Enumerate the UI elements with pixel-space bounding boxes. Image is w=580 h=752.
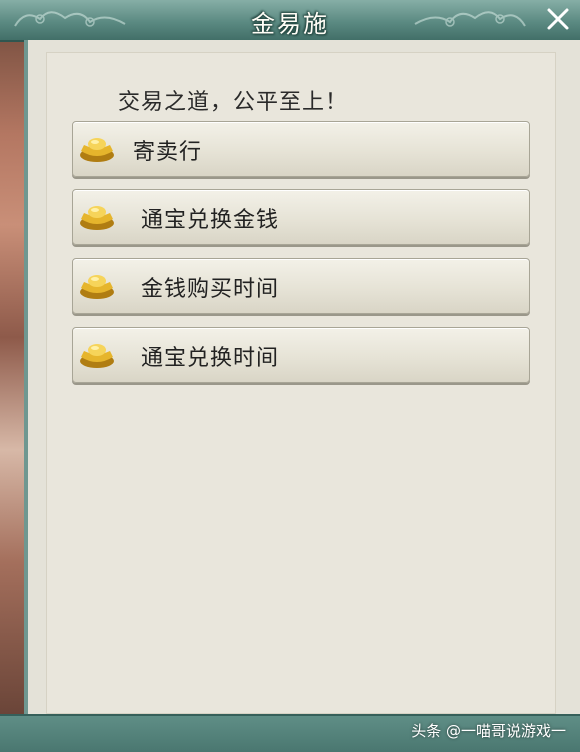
coupon-to-time-button[interactable]: 通宝兑换时间 [72, 327, 530, 383]
gold-ingot-icon [80, 138, 114, 162]
menu-item-label: 通宝兑换金钱 [141, 208, 280, 233]
gold-ingot-icon [80, 275, 114, 299]
menu-item-label: 通宝兑换时间 [141, 346, 280, 371]
watermark: 头条 @一喵哥说游戏一 [411, 722, 566, 740]
window-title: 金易施 [251, 10, 329, 38]
gold-ingot-icon [80, 344, 114, 368]
money-buy-time-button[interactable]: 金钱购买时间 [72, 258, 530, 314]
coupon-to-money-button[interactable]: 通宝兑换金钱 [72, 189, 530, 245]
dialog-slogan: 交易之道，公平至上！ [118, 90, 349, 115]
gold-ingot-icon [80, 206, 114, 230]
menu-item-label: 金钱购买时间 [141, 277, 280, 302]
menu-item-label: 寄卖行 [133, 140, 203, 165]
consignment-shop-button[interactable]: 寄卖行 [72, 121, 530, 177]
close-icon[interactable] [542, 3, 574, 35]
title-bar: 金易施 [0, 0, 580, 42]
